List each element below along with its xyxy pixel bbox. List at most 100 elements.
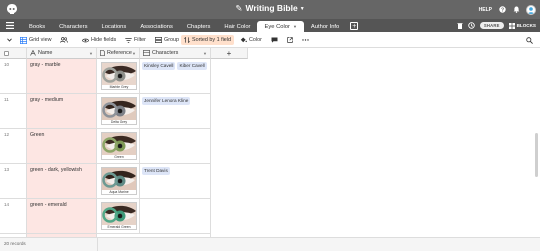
name-cell[interactable]: green - emerald <box>27 199 97 233</box>
tab-associations[interactable]: Associations <box>133 21 180 32</box>
chevron-down-icon[interactable]: ▼ <box>293 24 297 29</box>
character-chip[interactable]: Kinsley Cavell <box>142 62 176 70</box>
table-row[interactable]: 12 Green Green <box>0 129 211 164</box>
comment-icon <box>271 37 278 43</box>
character-chip[interactable]: Kiber Cavell <box>177 62 207 70</box>
name-cell[interactable]: green - dark, yellowish <box>27 164 97 198</box>
sort-button[interactable]: Sorted by 1 field <box>181 35 234 45</box>
history-icon[interactable] <box>468 22 475 29</box>
reference-cell[interactable]: Aqua Marine <box>97 164 140 198</box>
eye-thumbnail[interactable]: Delta Grey <box>101 97 137 125</box>
characters-cell[interactable]: Jennifer Lenora Kline <box>140 94 211 128</box>
reference-cell[interactable]: Green <box>97 129 140 163</box>
search-button[interactable] <box>523 35 536 45</box>
tab-locations[interactable]: Locations <box>94 21 133 32</box>
characters-cell[interactable] <box>140 199 211 233</box>
table-tab-bar: Books Characters Locations Associations … <box>0 19 540 32</box>
help-icon[interactable]: ? <box>498 6 506 14</box>
tab-characters[interactable]: Characters <box>52 21 94 32</box>
table-row[interactable]: 14 green - emerald Emerald Green <box>0 199 211 234</box>
table-row[interactable]: 13 green - dark, yellowish Aqua Marine T… <box>0 164 211 199</box>
eye-image <box>102 98 136 122</box>
share-view-button[interactable] <box>57 35 71 45</box>
characters-cell[interactable]: Kinsley Cavell Kiber Cavell <box>140 59 211 93</box>
bell-icon[interactable] <box>512 6 520 14</box>
group-icon <box>155 37 162 43</box>
eye-off-icon <box>82 38 89 42</box>
color-button[interactable]: Color <box>237 35 265 45</box>
eye-thumbnail[interactable]: Emerald Green <box>101 202 137 230</box>
table-row[interactable]: 10 gray - marble Marble Grey Kinsley Cav… <box>0 59 211 94</box>
reference-cell[interactable]: Emerald Green <box>97 199 140 233</box>
table-row[interactable]: 11 gray - medium Delta Grey Jennifer Len… <box>0 94 211 129</box>
name-cell[interactable]: gray - medium <box>27 94 97 128</box>
name-cell[interactable]: Green <box>27 129 97 163</box>
footer-divider <box>97 238 98 251</box>
view-switcher[interactable]: Grid view <box>17 35 54 45</box>
eye-thumbnail[interactable]: Aqua Marine <box>101 167 137 195</box>
eye-thumbnail[interactable]: Marble Grey <box>101 62 137 90</box>
external-link-icon <box>287 37 293 43</box>
column-header-name[interactable]: Name ▼ <box>27 48 97 59</box>
thumbnail-caption: Delta Grey <box>102 120 136 124</box>
sort-icon <box>184 37 190 43</box>
row-number: 14 <box>0 199 27 233</box>
add-field-button[interactable]: + <box>211 48 248 59</box>
chevron-down-icon: ▼ <box>299 5 305 12</box>
characters-cell[interactable] <box>140 129 211 163</box>
tab-hair-color[interactable]: Hair Color <box>217 21 257 32</box>
tab-books[interactable]: Books <box>22 21 52 32</box>
link-field-icon <box>143 50 150 56</box>
tab-author-info[interactable]: Author Info <box>304 21 346 32</box>
blocks-button[interactable]: BLOCKS <box>508 22 536 29</box>
eye-image <box>102 168 136 192</box>
reference-cell[interactable]: Delta Grey <box>97 94 140 128</box>
attachment-icon <box>100 50 105 56</box>
avatar[interactable] <box>526 4 536 15</box>
views-chevron[interactable] <box>4 35 15 45</box>
menu-icon[interactable] <box>6 22 14 29</box>
tab-chapters[interactable]: Chapters <box>180 21 218 32</box>
text-field-icon <box>30 50 36 56</box>
more-button[interactable] <box>299 35 312 45</box>
trash-icon[interactable] <box>457 22 463 29</box>
select-all-header <box>0 48 27 59</box>
chevron-down-icon[interactable]: ▼ <box>203 51 207 56</box>
chevron-down-icon[interactable]: ▼ <box>132 51 136 56</box>
row-number: 13 <box>0 164 27 198</box>
svg-text:?: ? <box>500 7 503 13</box>
more-icon <box>302 39 309 41</box>
select-all-checkbox[interactable] <box>4 50 9 56</box>
thumbnail-caption: Emerald Green <box>102 225 136 229</box>
column-header-reference[interactable]: Reference ▼ <box>97 48 140 59</box>
expand-button[interactable] <box>284 35 296 45</box>
hide-fields-button[interactable]: Hide fields <box>79 35 119 45</box>
help-link[interactable]: HELP <box>479 7 492 13</box>
chevron-down-icon[interactable]: ▼ <box>89 51 93 56</box>
reference-cell[interactable]: Marble Grey <box>97 59 140 93</box>
comment-button[interactable] <box>268 35 281 45</box>
character-chip[interactable]: Trent Davis <box>142 167 170 175</box>
blocks-icon <box>508 22 515 29</box>
record-count: 20 records <box>4 241 26 246</box>
thumbnail-caption: Marble Grey <box>102 85 136 89</box>
search-icon <box>526 36 533 44</box>
share-button[interactable]: SHARE <box>479 22 504 29</box>
characters-cell[interactable]: Trent Davis <box>140 164 211 198</box>
group-button[interactable]: Group <box>152 35 182 45</box>
tab-eye-color[interactable]: Eye Color ▼ <box>257 21 304 32</box>
eye-thumbnail[interactable]: Green <box>101 132 137 160</box>
filter-icon <box>125 37 132 43</box>
filter-button[interactable]: Filter <box>122 35 149 45</box>
name-cell[interactable]: gray - marble <box>27 59 97 93</box>
row-number: 11 <box>0 94 27 128</box>
pencil-icon: ✎ <box>235 3 243 13</box>
vertical-scrollbar[interactable] <box>535 133 538 177</box>
add-table-icon[interactable]: + <box>350 22 359 30</box>
chevron-down-icon <box>7 38 12 42</box>
row-number: 10 <box>0 59 27 93</box>
column-header-characters[interactable]: Characters ▼ <box>140 48 211 59</box>
thumbnail-caption: Aqua Marine <box>102 190 136 194</box>
character-chip[interactable]: Jennifer Lenora Kline <box>142 97 191 105</box>
base-title[interactable]: ✎ Writing Bible ▼ <box>0 3 540 14</box>
